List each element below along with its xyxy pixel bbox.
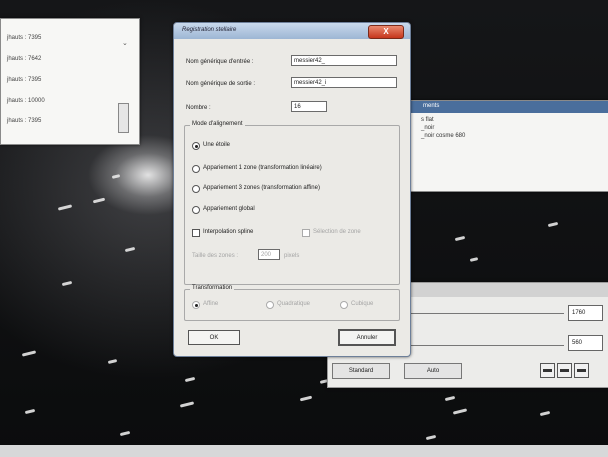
transformation-legend: Transformation: [190, 285, 235, 291]
zone-size-label: Taille des zones :: [192, 253, 239, 259]
list-item[interactable]: s flat: [421, 117, 434, 123]
dialog-title: Registration stellaire: [182, 27, 237, 33]
threshold-high-field[interactable]: 1760: [568, 305, 603, 321]
zone-select-checkbox[interactable]: [302, 229, 310, 237]
list-item[interactable]: jhauts : 7395: [7, 118, 41, 124]
auto-button[interactable]: Auto: [404, 363, 462, 379]
close-icon: X: [383, 27, 389, 36]
right-files-window: ments s flat _noir _noir cosme 680: [408, 100, 608, 192]
zone-select-label: Sélection de zone: [313, 229, 361, 235]
interpolation-checkbox[interactable]: [192, 229, 200, 237]
input-name-field[interactable]: messier42_: [291, 55, 397, 66]
count-label: Nombre :: [186, 105, 211, 111]
view-icon[interactable]: [557, 363, 572, 378]
radio-affine[interactable]: [192, 301, 200, 309]
zone-size-unit: pixels: [284, 253, 300, 259]
list-item[interactable]: jhauts : 7395: [7, 35, 41, 41]
radio-label: Quadratique: [277, 301, 311, 307]
radio-label: Appariement global: [203, 206, 255, 212]
list-item[interactable]: jhauts : 7642: [7, 56, 41, 62]
input-name-label: Nom générique d'entrée :: [186, 59, 254, 65]
alignment-mode-group: [184, 125, 400, 285]
cancel-button[interactable]: Annuler: [338, 329, 396, 346]
radio-global[interactable]: [192, 206, 200, 214]
threshold-low-field[interactable]: 560: [568, 335, 603, 351]
radio-label: Appariement 1 zone (transformation linéa…: [203, 165, 322, 171]
list-item[interactable]: jhauts : 7395: [7, 77, 41, 83]
radio-quadratic[interactable]: [266, 301, 274, 309]
list-item[interactable]: _noir: [421, 125, 434, 131]
chevron-down-icon[interactable]: ⌄: [122, 39, 128, 47]
radio-label: Une étoile: [203, 142, 231, 148]
interpolation-label: Interpolation spline: [203, 229, 254, 235]
radio-cubic[interactable]: [340, 301, 348, 309]
monitor-bezel: [0, 445, 608, 457]
view-icon[interactable]: [574, 363, 589, 378]
output-name-label: Nom générique de sortie :: [186, 81, 256, 87]
radio-label: Affine: [203, 301, 219, 307]
window-titlebar[interactable]: ments: [409, 101, 608, 113]
ok-button[interactable]: OK: [188, 330, 240, 345]
radio-one-zone[interactable]: [192, 165, 200, 173]
output-name-field[interactable]: messier42_i: [291, 77, 397, 88]
standard-button[interactable]: Standard: [332, 363, 390, 379]
registration-dialog: Registration stellaire X Nom générique d…: [173, 22, 411, 357]
view-icon[interactable]: [540, 363, 555, 378]
radio-one-star[interactable]: [192, 142, 200, 150]
close-button[interactable]: X: [368, 25, 404, 39]
list-item[interactable]: _noir cosme 680: [421, 133, 465, 139]
count-field[interactable]: 16: [291, 101, 327, 112]
scrollbar-thumb[interactable]: [118, 103, 129, 133]
alignment-mode-legend: Mode d'alignement: [190, 121, 245, 127]
window-title: ments: [423, 103, 440, 109]
radio-three-zones[interactable]: [192, 185, 200, 193]
left-list-window: jhauts : 7395 jhauts : 7642 jhauts : 739…: [0, 18, 140, 145]
radio-label: Appariement 3 zones (transformation affi…: [203, 185, 320, 191]
dialog-titlebar[interactable]: Registration stellaire X: [174, 23, 410, 39]
radio-label: Cubique: [351, 301, 374, 307]
zone-size-field[interactable]: 200: [258, 249, 280, 260]
list-item[interactable]: jhauts : 10000: [7, 98, 45, 104]
